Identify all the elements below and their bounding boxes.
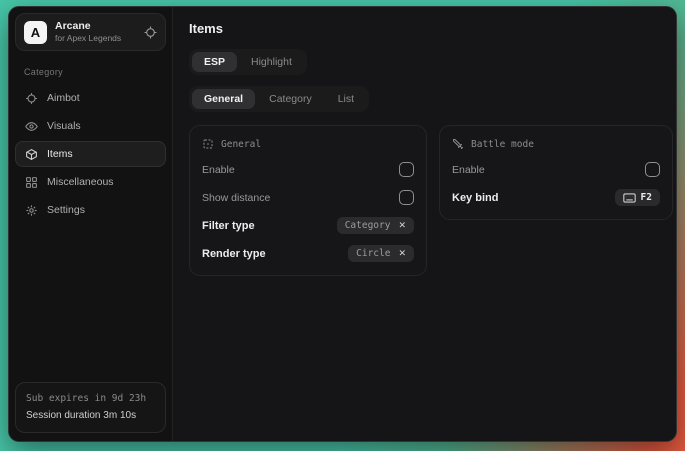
selected-value: Circle	[356, 248, 390, 259]
sword-icon	[452, 138, 464, 150]
brand-card: A Arcane for Apex Legends	[15, 13, 166, 51]
target-icon[interactable]	[144, 26, 157, 39]
sidebar-nav: Aimbot Visuals Items	[15, 85, 166, 223]
visuals-eye-icon	[25, 120, 38, 133]
close-icon[interactable]: ✕	[398, 221, 406, 230]
setting-label: Enable	[452, 164, 485, 176]
setting-row: Show distance	[202, 189, 414, 206]
page-title: Items	[189, 21, 673, 36]
tab-general[interactable]: General	[192, 89, 255, 109]
sidebar-item-visuals[interactable]: Visuals	[15, 113, 166, 139]
brand-logo: A	[24, 21, 47, 44]
general-panel: General Enable Show distance Filter type…	[189, 125, 427, 276]
brand-title: Arcane	[55, 20, 136, 33]
setting-row: Enable	[202, 161, 414, 178]
app-window: A Arcane for Apex Legends Category	[8, 6, 677, 442]
brand-subtitle: for Apex Legends	[55, 33, 136, 44]
setting-label: Filter type	[202, 220, 255, 232]
battle-mode-panel: Battle mode Enable Key bind	[439, 125, 673, 220]
setting-label: Show distance	[202, 192, 270, 204]
keyboard-icon	[623, 193, 636, 203]
enable-checkbox[interactable]	[399, 162, 414, 177]
panel-title: General	[221, 139, 261, 150]
sidebar-item-miscellaneous[interactable]: Miscellaneous	[15, 169, 166, 195]
mode-tabs: ESP Highlight	[189, 49, 307, 75]
sidebar-item-label: Settings	[47, 204, 85, 216]
setting-label: Render type	[202, 248, 266, 260]
render-type-select[interactable]: Circle ✕	[348, 245, 414, 262]
setting-row: Key bind F2	[452, 189, 660, 206]
sidebar-item-label: Aimbot	[47, 92, 80, 104]
category-section-label: Category	[24, 67, 166, 77]
setting-row: Filter type Category ✕	[202, 217, 414, 234]
sub-expires-text: Sub expires in 9d 23h	[26, 391, 155, 407]
subscription-info-card: Sub expires in 9d 23h Session duration 3…	[15, 382, 166, 433]
sidebar-item-label: Visuals	[47, 120, 81, 132]
close-icon[interactable]: ✕	[398, 249, 406, 258]
setting-label: Key bind	[452, 192, 498, 204]
tab-category[interactable]: Category	[257, 89, 324, 109]
battle-enable-checkbox[interactable]	[645, 162, 660, 177]
setting-row: Render type Circle ✕	[202, 245, 414, 262]
panel-title: Battle mode	[471, 139, 534, 150]
filter-type-select[interactable]: Category ✕	[337, 217, 414, 234]
sidebar: A Arcane for Apex Legends Category	[9, 7, 173, 441]
sidebar-item-label: Miscellaneous	[47, 176, 114, 188]
setting-label: Enable	[202, 164, 235, 176]
keybind-value: F2	[641, 192, 652, 203]
settings-gear-icon	[25, 204, 38, 217]
main-content: Items ESP Highlight General Category Lis…	[173, 7, 677, 441]
view-tabs: General Category List	[189, 86, 369, 112]
tab-highlight[interactable]: Highlight	[239, 52, 304, 72]
sidebar-item-label: Items	[47, 148, 73, 160]
sidebar-item-aimbot[interactable]: Aimbot	[15, 85, 166, 111]
misc-grid-icon	[25, 176, 38, 189]
sidebar-item-settings[interactable]: Settings	[15, 197, 166, 223]
keybind-button[interactable]: F2	[615, 189, 660, 206]
tab-list[interactable]: List	[326, 89, 366, 109]
session-duration-text: Session duration 3m 10s	[26, 407, 155, 424]
aimbot-crosshair-icon	[25, 92, 38, 105]
sidebar-item-items[interactable]: Items	[15, 141, 166, 167]
show-distance-checkbox[interactable]	[399, 190, 414, 205]
setting-row: Enable	[452, 161, 660, 178]
items-cube-icon	[25, 148, 38, 161]
tab-esp[interactable]: ESP	[192, 52, 237, 72]
selected-value: Category	[345, 220, 391, 231]
scan-frame-icon	[202, 138, 214, 150]
